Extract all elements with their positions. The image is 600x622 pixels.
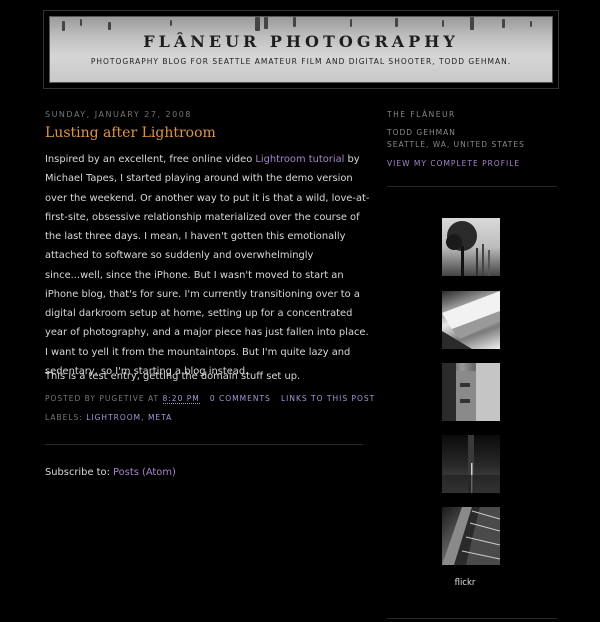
- post-labels: LABELS: LIGHTROOM, META: [45, 413, 172, 422]
- blog-description: PHOTOGRAPHY BLOG FOR SEATTLE AMATEUR FIL…: [90, 57, 512, 66]
- header-banner-image[interactable]: FLÂNEUR PHOTOGRAPHY PHOTOGRAPHY BLOG FOR…: [49, 16, 553, 83]
- post-time-link[interactable]: 8:20 PM: [162, 394, 200, 404]
- sidebar-heading: THE FLÂNEUR: [387, 110, 456, 119]
- main-divider: [45, 444, 363, 445]
- flickr-thumbnail-concrete[interactable]: [442, 363, 500, 421]
- post-second-paragraph: This is a test entry, getting the domain…: [45, 371, 301, 382]
- flickr-thumbnail-corridor[interactable]: [442, 435, 500, 493]
- subscribe-line: Subscribe to: Posts (Atom): [45, 467, 176, 478]
- view-profile-link[interactable]: VIEW MY COMPLETE PROFILE: [387, 159, 520, 168]
- post-footer: POSTED BY PUGETIVE AT 8:20 PM 0 COMMENTS…: [45, 394, 375, 404]
- flickr-thumbnail-tree[interactable]: [442, 218, 500, 276]
- profile-location: SEATTLE, WA, UNITED STATES: [387, 140, 525, 149]
- post-body-text: by Michael Tapes, I started playing arou…: [45, 154, 370, 377]
- flickr-thumbnail-escalator[interactable]: [442, 507, 500, 565]
- subscribe-label: Subscribe to:: [45, 467, 114, 478]
- flickr-thumbnail-architecture[interactable]: [442, 291, 500, 349]
- blog-title[interactable]: FLÂNEUR PHOTOGRAPHY: [50, 32, 552, 51]
- sidebar-bottom-divider: [387, 618, 557, 619]
- post-title[interactable]: Lusting after Lightroom: [45, 125, 216, 141]
- lightroom-tutorial-link[interactable]: Lightroom tutorial: [255, 154, 344, 165]
- labels-prefix: LABELS:: [45, 413, 83, 422]
- post-body-intro: Inspired by an excellent, free online vi…: [45, 154, 256, 165]
- label-lightroom-link[interactable]: LIGHTROOM: [86, 413, 141, 422]
- profile-name: TODD GEHMAN: [387, 128, 456, 137]
- label-meta-link[interactable]: META: [148, 413, 172, 422]
- label-separator: ,: [141, 413, 145, 422]
- comments-link[interactable]: 0 COMMENTS: [210, 394, 271, 403]
- post-body: Inspired by an excellent, free online vi…: [45, 150, 370, 381]
- post-date: SUNDAY, JANUARY 27, 2008: [45, 110, 192, 119]
- backlinks-link[interactable]: LINKS TO THIS POST: [281, 394, 375, 403]
- posts-atom-link[interactable]: Posts (Atom): [113, 467, 176, 478]
- sidebar-divider: [387, 186, 557, 187]
- flickr-label[interactable]: flickr: [442, 578, 488, 588]
- posted-by-label: POSTED BY PUGETIVE AT: [45, 394, 160, 403]
